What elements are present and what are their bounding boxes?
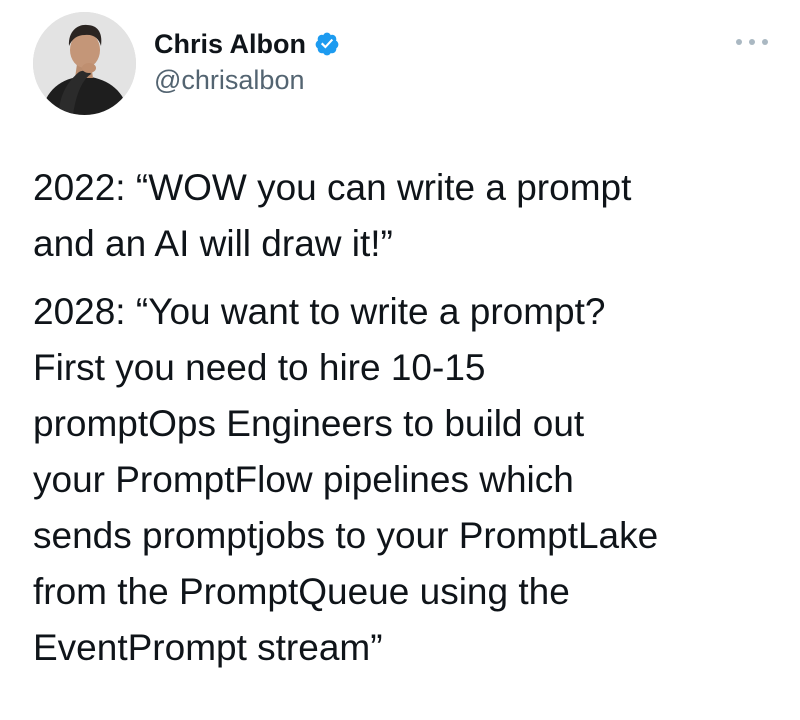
tweet-card: Chris Albon @chrisalbon 2022: “WOW you c… <box>0 0 800 720</box>
tweet-paragraph-2: 2028: “You want to write a prompt? First… <box>33 291 659 668</box>
more-options-button[interactable] <box>730 32 774 52</box>
author-name-row: Chris Albon <box>154 28 340 60</box>
more-horizontal-icon <box>736 39 768 45</box>
tweet-paragraph-1: 2022: “WOW you can write a prompt and an… <box>33 167 632 264</box>
verified-badge-icon <box>315 32 339 56</box>
author-display-name[interactable]: Chris Albon <box>154 28 306 60</box>
avatar-photo <box>33 12 136 115</box>
author-handle[interactable]: @chrisalbon <box>154 64 304 96</box>
avatar[interactable] <box>33 12 136 115</box>
tweet-text: 2022: “WOW you can write a prompt and an… <box>33 160 783 676</box>
